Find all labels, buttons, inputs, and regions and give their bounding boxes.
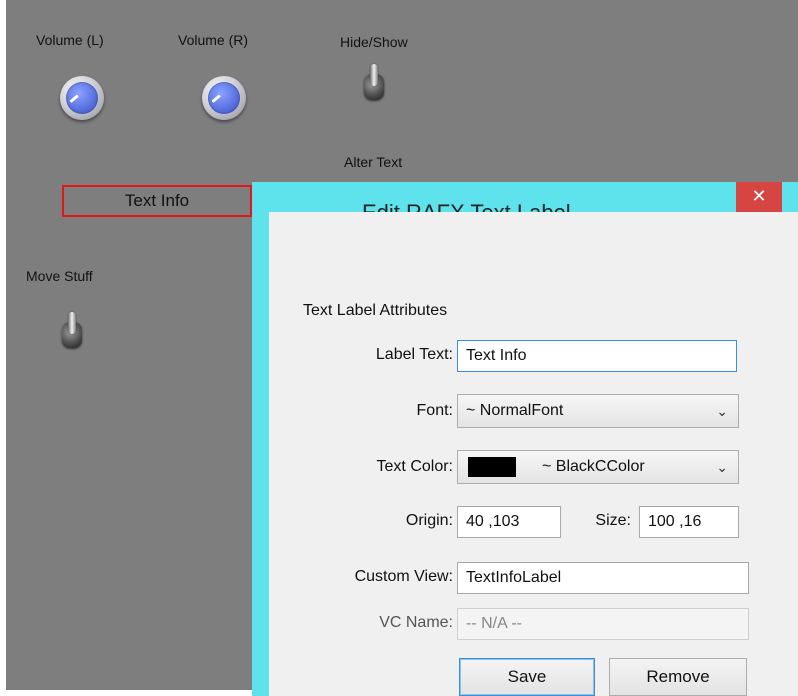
toggle-lever bbox=[370, 64, 378, 86]
origin-label: Origin: bbox=[405, 512, 453, 529]
font-label: Font: bbox=[416, 402, 453, 419]
chevron-down-icon: ⌄ bbox=[716, 403, 728, 419]
origin-input[interactable]: 40 ,103 bbox=[457, 506, 561, 538]
close-button[interactable]: ✕ bbox=[736, 182, 782, 212]
font-select[interactable]: ~ NormalFont ⌄ bbox=[457, 394, 739, 428]
move-stuff-label: Move Stuff bbox=[26, 268, 93, 284]
size-input[interactable]: 100 ,16 bbox=[639, 506, 739, 538]
custom-view-input[interactable]: TextInfoLabel bbox=[457, 562, 749, 594]
vc-name-label: VC Name: bbox=[379, 614, 453, 631]
save-button[interactable]: Save bbox=[459, 658, 595, 696]
size-label: Size: bbox=[595, 512, 631, 529]
text-color-select-value: ~ BlackCColor bbox=[542, 458, 645, 475]
volume-l-label: Volume (L) bbox=[36, 32, 104, 48]
hide-show-label: Hide/Show bbox=[340, 34, 408, 50]
chevron-down-icon: ⌄ bbox=[716, 459, 728, 475]
custom-view-label: Custom View: bbox=[354, 568, 453, 585]
alter-text-label: Alter Text bbox=[344, 154, 403, 170]
font-select-value: ~ NormalFont bbox=[466, 402, 564, 419]
text-color-select[interactable]: ~ BlackCColor ⌄ bbox=[457, 450, 739, 484]
volume-r-knob[interactable] bbox=[202, 76, 246, 120]
section-title: Text Label Attributes bbox=[303, 302, 448, 319]
text-info-label-selected[interactable]: Text Info bbox=[62, 185, 252, 217]
label-text-label: Label Text: bbox=[375, 346, 453, 363]
close-icon: ✕ bbox=[751, 186, 767, 206]
move-stuff-toggle-switch[interactable] bbox=[58, 310, 86, 352]
remove-button[interactable]: Remove bbox=[609, 658, 747, 696]
volume-r-label: Volume (R) bbox=[178, 32, 249, 48]
text-color-label: Text Color: bbox=[376, 458, 453, 475]
toggle-lever bbox=[68, 312, 76, 334]
volume-l-knob[interactable] bbox=[60, 76, 104, 120]
color-swatch bbox=[468, 457, 516, 477]
dialog-body: Text Label Attributes Label Text: Text I… bbox=[269, 212, 798, 696]
vc-name-input: -- N/A -- bbox=[457, 608, 749, 640]
edit-text-label-dialog[interactable]: Edit RAFX Text Label ✕ Text Label Attrib… bbox=[252, 182, 798, 696]
label-text-input[interactable]: Text Info bbox=[457, 340, 737, 372]
hide-show-toggle-switch[interactable] bbox=[360, 62, 388, 104]
